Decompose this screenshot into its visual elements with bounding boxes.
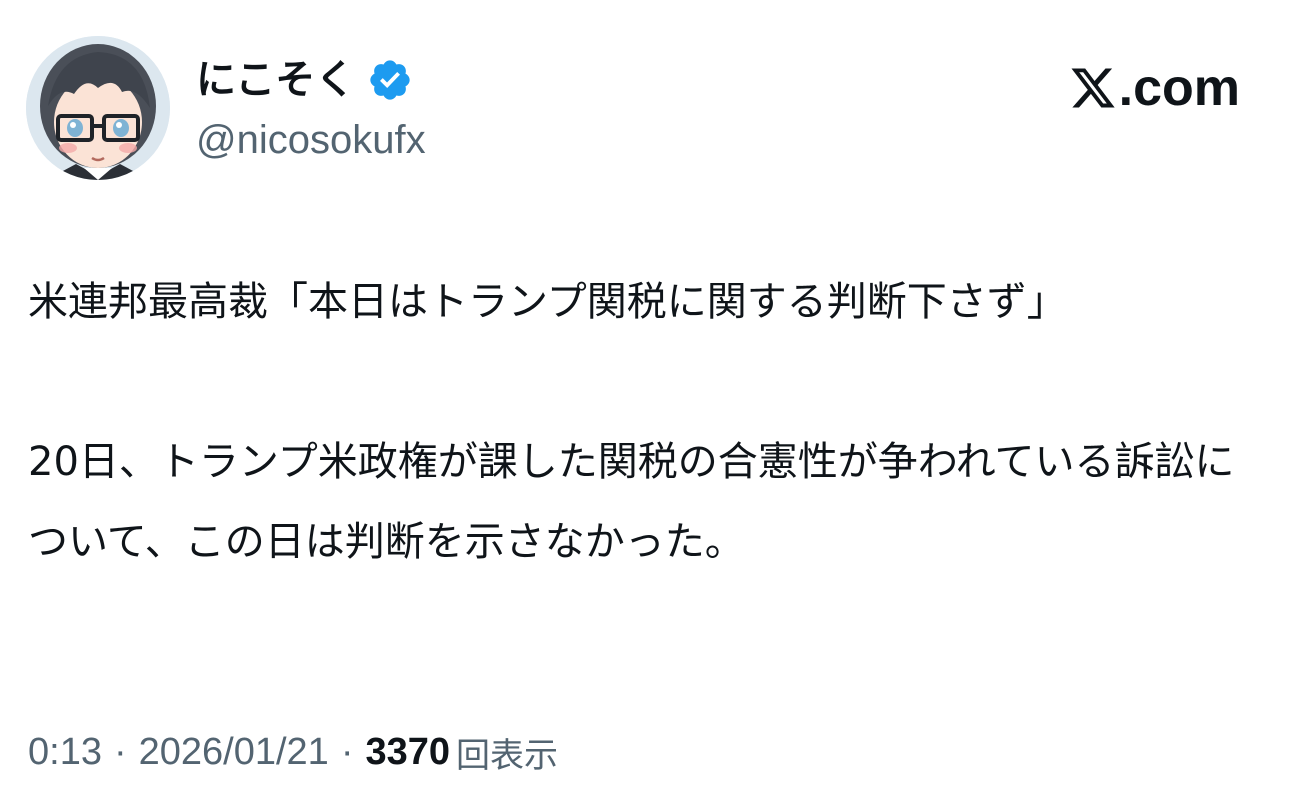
tweet-date[interactable]: 2026/01/21 [139, 731, 329, 774]
x-logo-icon [1069, 64, 1117, 112]
meta-separator: · [340, 730, 354, 773]
anime-avatar-glasses-icon [26, 36, 170, 180]
views-count: 3370 [365, 730, 451, 773]
tweet-time[interactable]: 0:13 [28, 731, 102, 774]
tweet-text: 米連邦最高裁「本日はトランプ関税に関する判断下さず」 20日、トランプ米政権が課… [28, 262, 1268, 582]
views-label: 回表示 [456, 735, 559, 776]
site-mark: .com [1069, 56, 1240, 120]
verified-badge-icon [367, 57, 413, 103]
site-domain: .com [1118, 59, 1240, 117]
tweet-meta: 0:13 · 2026/01/21 · 3370 回表示 [28, 722, 558, 782]
author-display-name[interactable]: にこそく [196, 52, 355, 108]
tweet-card: にこそく @nicosokufx .com 米連邦最高裁「本日はトランプ関税に関… [0, 0, 1290, 790]
tweet-headline: 米連邦最高裁「本日はトランプ関税に関する判断下さず」 [28, 279, 1067, 325]
avatar[interactable] [26, 36, 170, 180]
author-name-row: にこそく [196, 52, 413, 108]
meta-separator: · [113, 730, 127, 773]
author-handle[interactable]: @nicosokufx [196, 112, 426, 168]
tweet-body: 20日、トランプ米政権が課した関税の合憲性が争われている訴訟について、この日は判… [28, 439, 1235, 565]
